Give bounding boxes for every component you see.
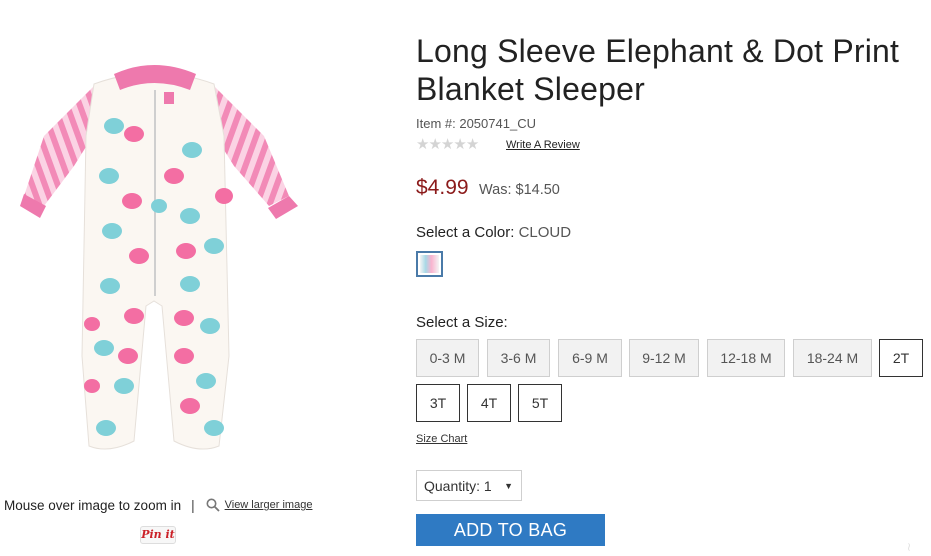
size-button-0-3m[interactable]: 0-3 M	[416, 339, 479, 377]
view-larger-image-link[interactable]: View larger image	[225, 499, 313, 511]
swatch-fill	[420, 255, 439, 273]
size-button-3-6m[interactable]: 3-6 M	[487, 339, 550, 377]
quantity-value: Quantity: 1	[424, 477, 492, 494]
product-gallery: Mouse over image to zoom in | View large…	[0, 0, 330, 556]
zoom-bar: Mouse over image to zoom in | View large…	[4, 497, 312, 513]
size-button-3t[interactable]: 3T	[416, 384, 460, 422]
size-button-9-12m[interactable]: 9-12 M	[629, 339, 699, 377]
zoom-hint: Mouse over image to zoom in	[4, 497, 182, 513]
write-review-link[interactable]: Write A Review	[506, 139, 580, 151]
color-value: CLOUD	[518, 224, 572, 241]
size-button-6-9m[interactable]: 6-9 M	[558, 339, 622, 377]
color-label-text: Select a Color:	[416, 224, 515, 241]
sale-price: $4.99	[416, 176, 469, 199]
star-icon: ★	[440, 136, 455, 153]
zoom-separator: |	[191, 497, 195, 513]
star-icon: ★	[453, 136, 467, 153]
color-label: Select a Color: CLOUD	[416, 224, 571, 241]
star-icon: ★	[416, 136, 430, 153]
size-label: Select a Size:	[416, 314, 508, 331]
quantity-select[interactable]: Quantity: 1 ▼	[416, 470, 522, 501]
watermark: ~	[902, 541, 916, 552]
star-icon: ★	[465, 136, 480, 153]
was-price: Was: $14.50	[479, 182, 560, 198]
magnifier-icon	[206, 498, 220, 512]
pin-it-button[interactable]: Pin it	[140, 526, 176, 544]
size-button-4t[interactable]: 4T	[467, 384, 511, 422]
item-number: Item #: 2050741_CU	[416, 116, 536, 131]
size-button-2t[interactable]: 2T	[879, 339, 923, 377]
color-swatch-cloud[interactable]	[416, 251, 443, 277]
caret-down-icon: ▼	[504, 481, 513, 491]
product-title: Long Sleeve Elephant & Dot Print Blanket…	[416, 33, 900, 107]
size-button-12-18m[interactable]: 12-18 M	[707, 339, 785, 377]
size-button-5t[interactable]: 5T	[518, 384, 562, 422]
add-to-bag-button[interactable]: ADD TO BAG	[416, 514, 605, 546]
size-button-18-24m[interactable]: 18-24 M	[793, 339, 872, 377]
star-icon: ★	[428, 136, 442, 153]
footed-sleeper-image[interactable]	[14, 56, 310, 466]
rating-stars: ★ ★ ★ ★ ★	[416, 136, 480, 153]
size-chart-link[interactable]: Size Chart	[416, 433, 467, 445]
